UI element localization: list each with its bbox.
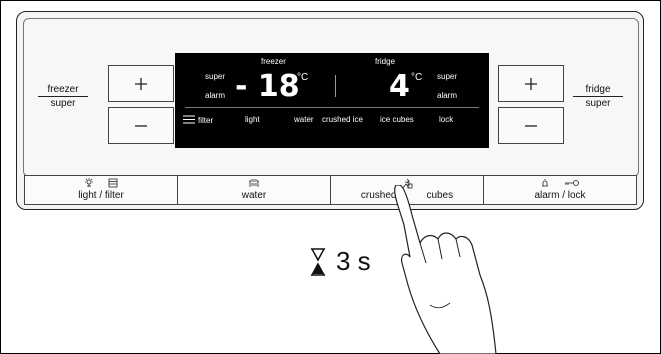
fridge-label: fridge (573, 84, 623, 97)
alarm-icon (541, 179, 548, 187)
control-panel: freezer super freezer fridge super alarm… (16, 11, 644, 210)
light-filter-icons (25, 178, 177, 190)
plus-icon (525, 77, 537, 90)
hourglass-icon (310, 247, 326, 276)
display-crushed-ice-indicator: crushed ice (322, 115, 363, 124)
display-water-indicator: water (294, 115, 314, 124)
display-freezer-heading: freezer (261, 57, 286, 66)
display-divider (185, 107, 479, 108)
fridge-unit: °C (411, 72, 423, 83)
display-ice-cubes-indicator: ice cubes (380, 115, 414, 124)
filter-icon (108, 178, 118, 188)
water-icons (178, 178, 330, 190)
minus-icon (135, 124, 147, 127)
water-label: water (241, 190, 267, 201)
display-light-indicator: light (245, 115, 260, 124)
panel-upper: freezer super freezer fridge super alarm… (23, 18, 639, 177)
function-keys-row: light / filter water crushed cubes alarm… (24, 175, 637, 205)
alarm-lock-label: alarm / lock (534, 190, 586, 201)
light-filter-label: light / filter (78, 190, 124, 201)
display-fridge-alarm: alarm (437, 91, 458, 100)
freezer-label: freezer (38, 84, 88, 97)
freezer-plus-button[interactable] (108, 65, 174, 102)
fridge-minus-button[interactable] (498, 107, 564, 144)
minus-icon (525, 124, 537, 127)
display-fridge-heading: fridge (375, 57, 396, 66)
press-duration: 3 s (336, 246, 371, 276)
water-icon (249, 179, 259, 187)
alarm-lock-key[interactable]: alarm / lock (483, 175, 637, 205)
display-filter-indicator: filter (183, 115, 213, 125)
press-duration-instruction: 3 s (310, 246, 371, 277)
fridge-temperature: 4 (389, 69, 410, 104)
menu-icon (183, 115, 195, 124)
display-separator (335, 75, 336, 97)
key-icon (565, 180, 580, 186)
super-label: super (50, 98, 76, 109)
display-fridge-super: super (437, 72, 458, 81)
light-filter-key[interactable]: light / filter (24, 175, 178, 205)
display-freezer-super: super (205, 72, 226, 81)
super-label: super (585, 98, 611, 109)
fridge-super-label: fridge super (573, 84, 623, 109)
freezer-super-label: freezer super (38, 84, 88, 109)
alarm-lock-icons (484, 178, 636, 190)
display-lock-indicator: lock (439, 115, 454, 124)
freezer-temperature: - 18 (235, 69, 300, 104)
plus-icon (135, 77, 147, 90)
pointing-hand-illustration (394, 185, 497, 354)
temperature-display: freezer fridge super alarm - 18 °C 4 °C … (175, 53, 489, 148)
display-freezer-alarm: alarm (205, 91, 226, 100)
light-icon (84, 178, 93, 187)
fridge-plus-button[interactable] (498, 65, 564, 102)
water-key[interactable]: water (177, 175, 331, 205)
freezer-unit: °C (297, 72, 309, 83)
freezer-minus-button[interactable] (108, 107, 174, 144)
